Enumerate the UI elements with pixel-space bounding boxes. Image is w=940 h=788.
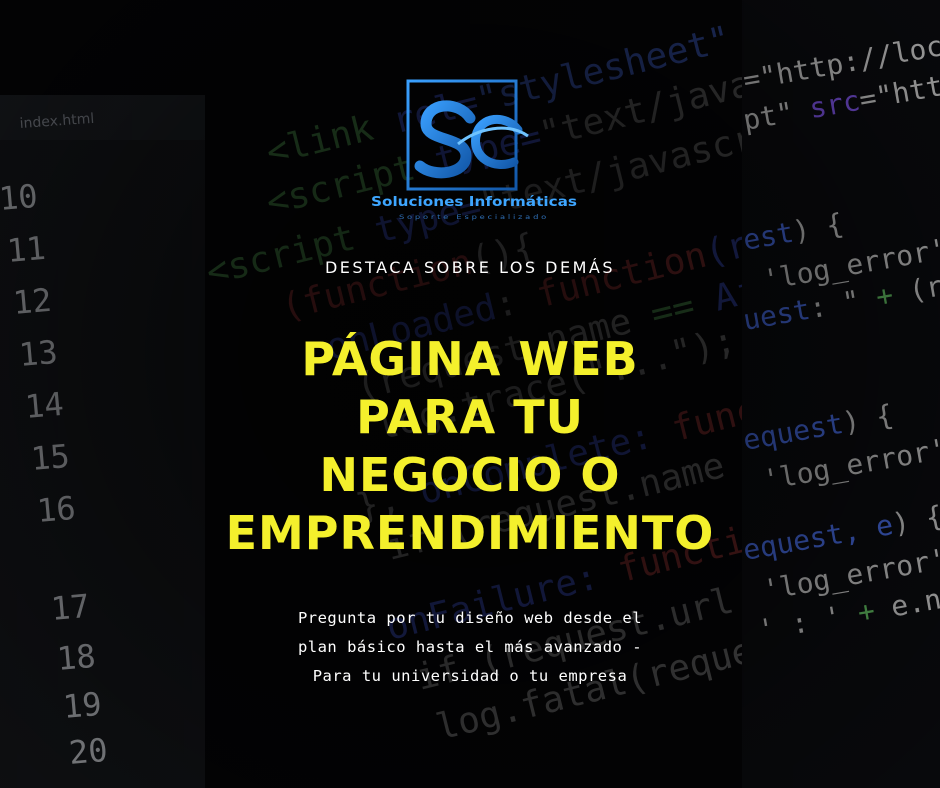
headline-line: EMPRENDIMIENTO bbox=[225, 506, 715, 560]
company-logo: Soluciones Informáticas Soporte Especial… bbox=[368, 78, 580, 228]
promo-banner: index.html 10 11 12 13 14 15 16 17 18 19… bbox=[0, 0, 940, 788]
description-line: Pregunta por tu diseño web desde el bbox=[297, 609, 643, 627]
description-line: Para tu universidad o tu empresa bbox=[312, 667, 628, 685]
logo-tagline-text: Soporte Especializado bbox=[399, 214, 549, 221]
headline-line: PÁGINA WEB bbox=[301, 332, 639, 386]
headline-line: NEGOCIO O bbox=[319, 448, 621, 502]
headline: PÁGINA WEB PARA TU NEGOCIO O EMPRENDIMIE… bbox=[120, 330, 820, 562]
logo-brand-text: Soluciones Informáticas bbox=[371, 194, 577, 210]
description-line: plan básico hasta el más avanzado - bbox=[297, 638, 643, 656]
sc-monogram-icon: Soluciones Informáticas Soporte Especial… bbox=[371, 79, 577, 221]
headline-line: PARA TU bbox=[356, 390, 584, 444]
tagline: DESTACA SOBRE LOS DEMÁS bbox=[324, 258, 616, 277]
description: Pregunta por tu diseño web desde el plan… bbox=[220, 604, 720, 691]
